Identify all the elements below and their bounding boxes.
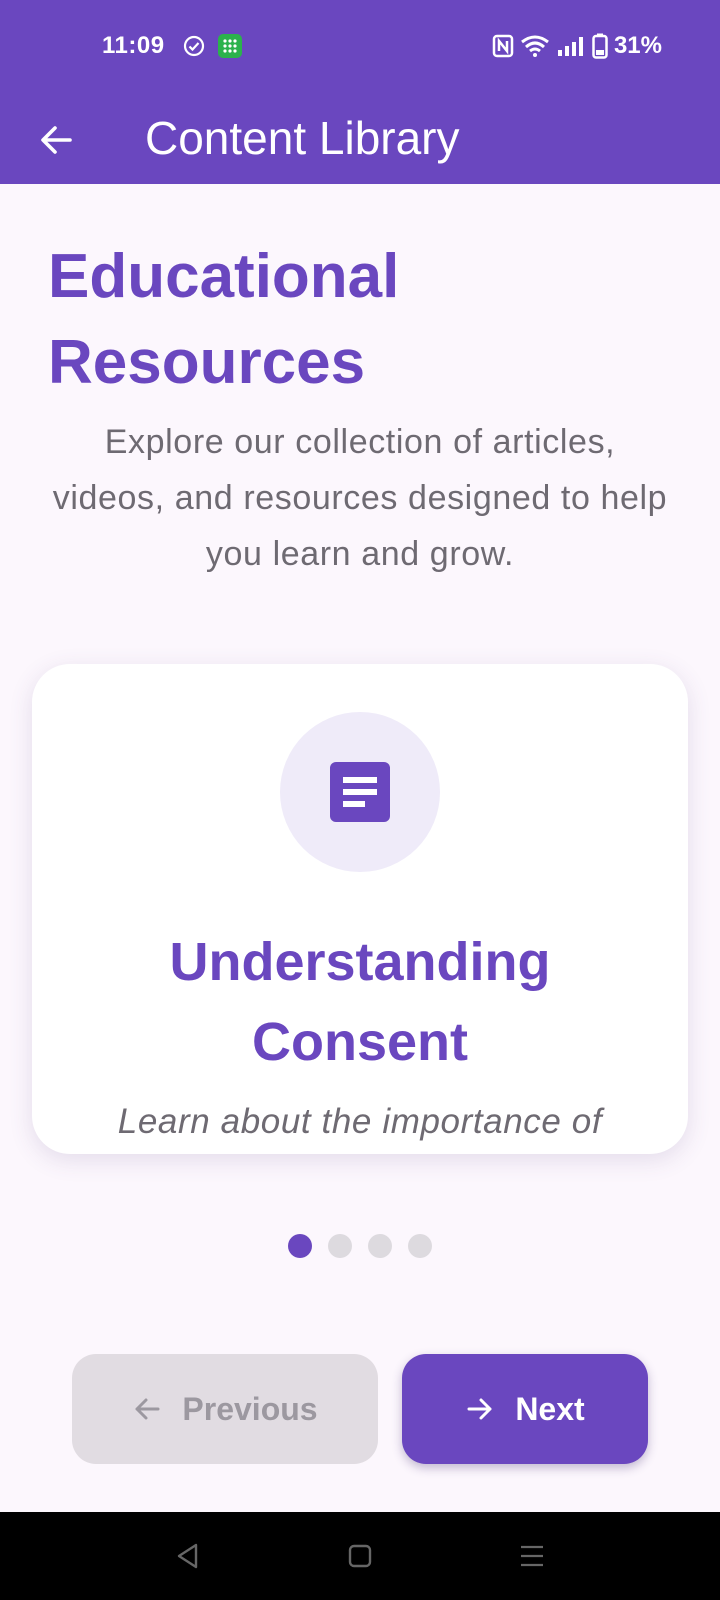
app-bar-title: Content Library (145, 112, 460, 164)
arrow-left-icon (135, 1398, 160, 1420)
page-dot-1[interactable] (288, 1234, 312, 1258)
page-dot-3[interactable] (368, 1234, 392, 1258)
card-icon-circle (280, 712, 440, 872)
menu-lines-icon[interactable] (514, 1538, 550, 1574)
arrow-right-icon (467, 1398, 492, 1420)
home-square-icon[interactable] (342, 1538, 378, 1574)
system-nav-bar (0, 1512, 720, 1600)
back-triangle-icon[interactable] (170, 1538, 206, 1574)
signal-icon (557, 37, 583, 56)
page-dot-4[interactable] (408, 1234, 432, 1258)
app-grid-icon (218, 34, 242, 58)
next-button-label: Next (515, 1390, 585, 1427)
status-time: 11:09 (102, 32, 165, 59)
check-circle-icon (183, 35, 205, 57)
status-bar: 11:09 31% (0, 0, 720, 92)
nfc-icon (492, 34, 514, 58)
card-description: Learn about the importance of (117, 1102, 603, 1141)
app-bar: Content Library (0, 92, 720, 184)
battery-icon (592, 33, 608, 59)
page-subtitle: Explore our collection of articles, vide… (52, 423, 668, 573)
page-indicator (288, 1234, 432, 1258)
arrow-left-icon (41, 126, 72, 154)
page-heading: Educational Resources (48, 242, 400, 397)
back-button[interactable] (30, 114, 82, 166)
previous-button-label: Previous (182, 1390, 318, 1427)
resource-card[interactable]: Understanding Consent Learn about the im… (32, 664, 688, 1154)
wifi-icon (521, 35, 549, 57)
previous-button[interactable]: Previous (72, 1354, 378, 1464)
status-right-group: 31% (492, 30, 662, 62)
next-button[interactable]: Next (402, 1354, 648, 1464)
card-title: Understanding Consent (169, 932, 551, 1072)
battery-percent: 31% (613, 32, 662, 59)
page-dot-2[interactable] (328, 1234, 352, 1258)
article-icon (330, 762, 390, 822)
